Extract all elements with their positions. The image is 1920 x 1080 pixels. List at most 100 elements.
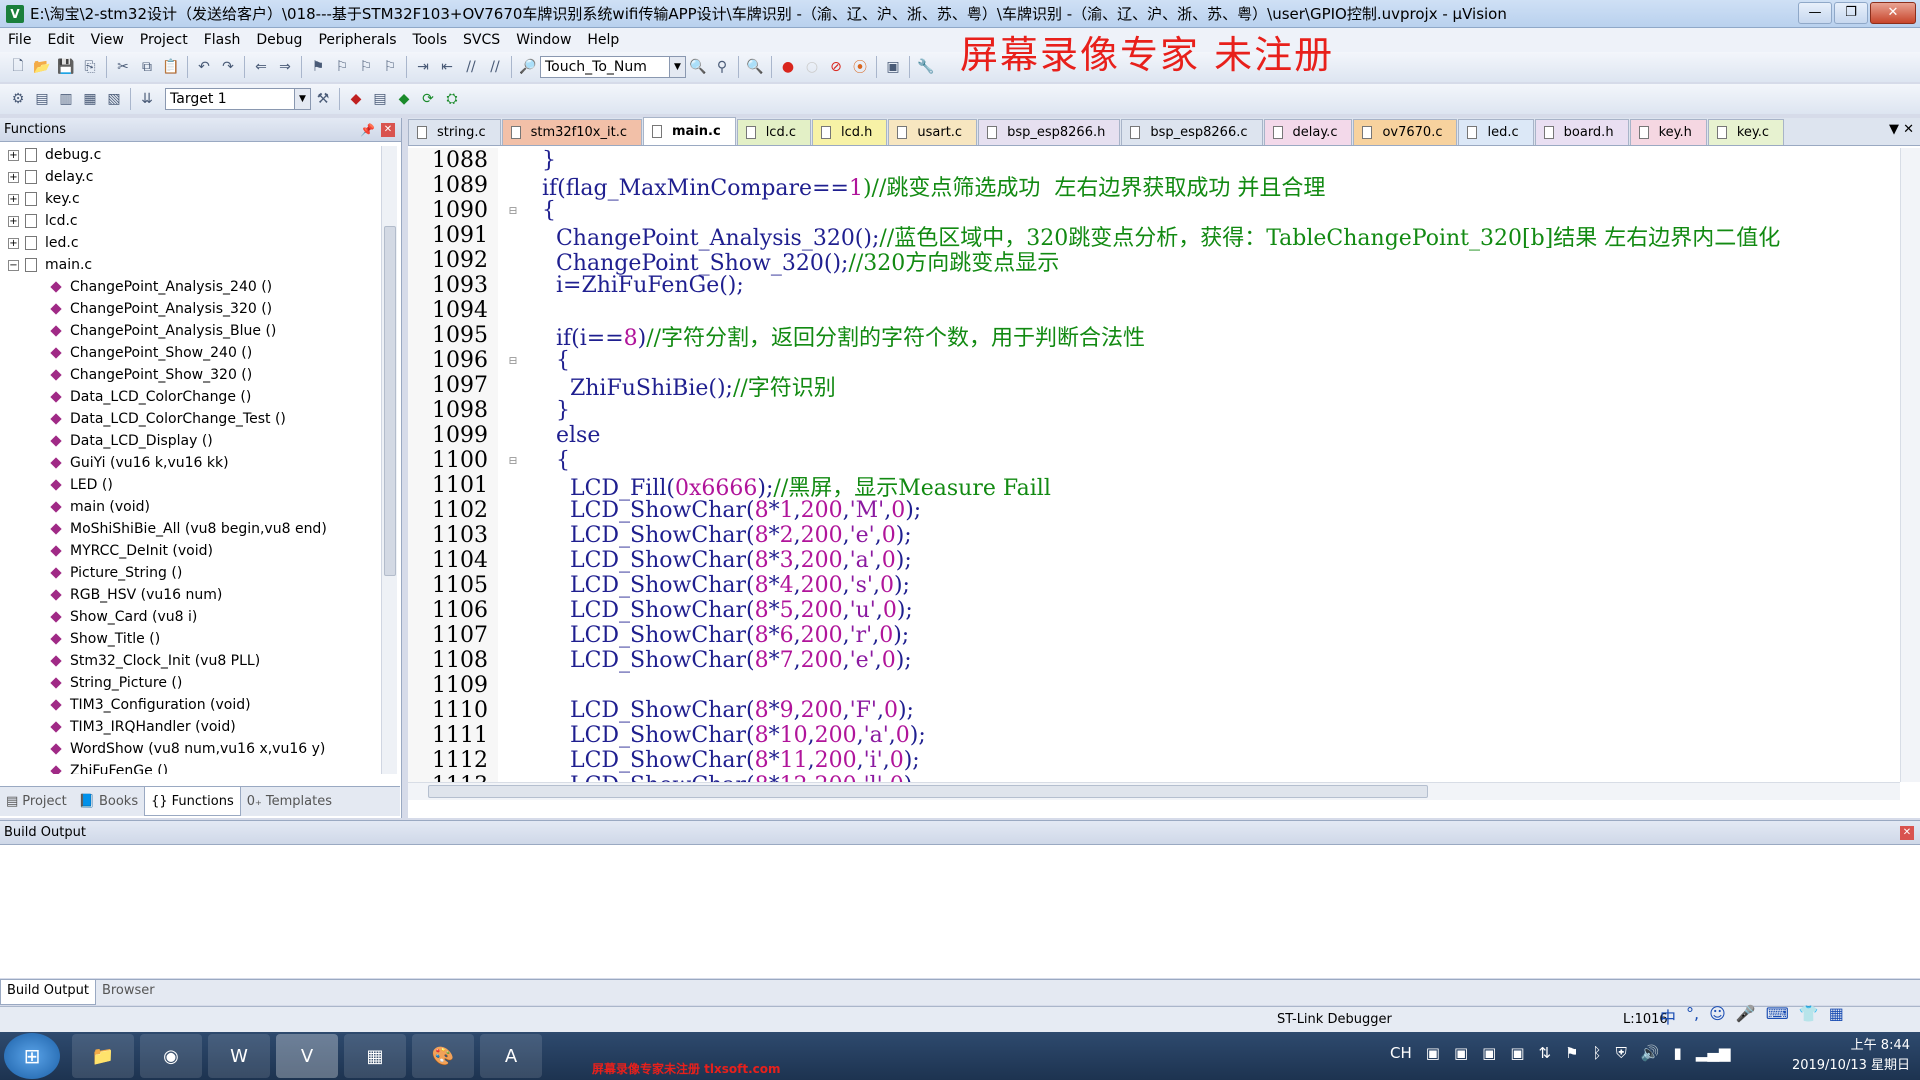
save-all-icon[interactable]: ⎘ (79, 56, 101, 78)
function-item[interactable]: ChangePoint_Analysis_240 () (0, 276, 380, 298)
function-item[interactable]: Picture_String () (0, 562, 380, 584)
function-item[interactable]: WordShow (vu8 num,vu16 x,vu16 y) (0, 738, 380, 760)
function-item[interactable]: LED () (0, 474, 380, 496)
tab-browser[interactable]: Browser (96, 980, 161, 1005)
function-item[interactable]: MoShiShiBie_All (vu8 begin,vu8 end) (0, 518, 380, 540)
file-tree-item[interactable]: + led.c (0, 232, 380, 254)
network-icon[interactable]: ⇅ (1539, 1044, 1552, 1062)
file-tree-item[interactable]: + lcd.c (0, 210, 380, 232)
batch-build-icon[interactable]: ▦ (79, 88, 101, 110)
clock[interactable]: 上午 8:44 2019/10/13 星期日 (1792, 1036, 1910, 1076)
ime-skin-icon[interactable]: 👕 (1799, 1004, 1819, 1028)
close-panel-icon[interactable]: ✕ (381, 123, 395, 137)
menu-tools[interactable]: Tools (405, 32, 456, 48)
breakpoint-icon[interactable]: ● (777, 56, 799, 78)
pack-installer-icon[interactable]: ⟳ (417, 88, 439, 110)
disable-all-breakpoints-icon[interactable]: ⊘ (825, 56, 847, 78)
rebuild-icon[interactable]: ▥ (55, 88, 77, 110)
file-tab[interactable]: lcd.h (811, 119, 888, 145)
tab-templates[interactable]: 0₊ Templates (241, 787, 338, 816)
menu-debug[interactable]: Debug (248, 32, 310, 48)
file-tab[interactable]: string.c (408, 119, 501, 145)
keil-taskbar-icon[interactable]: V (276, 1034, 338, 1078)
function-item[interactable]: GuiYi (vu16 k,vu16 kk) (0, 452, 380, 474)
expand-icon[interactable]: + (8, 215, 19, 227)
tab-list-icon[interactable]: ▼ ✕ (1889, 122, 1914, 137)
start-button[interactable]: ⊞ (4, 1033, 60, 1079)
find-in-files-icon[interactable]: 🔎 (517, 56, 539, 78)
paint-taskbar-icon[interactable]: 🎨 (412, 1034, 474, 1078)
select-packs-icon[interactable]: ▤ (369, 88, 391, 110)
shield-icon[interactable]: ⛨ (1616, 1044, 1627, 1062)
pin-icon[interactable]: 📌 (360, 118, 375, 142)
flag-icon[interactable]: ⚑ (1565, 1044, 1578, 1062)
file-tree-item[interactable]: − main.c (0, 254, 380, 276)
function-item[interactable]: MYRCC_DeInit (void) (0, 540, 380, 562)
collapse-icon[interactable]: − (8, 259, 19, 271)
function-item[interactable]: TIM3_IRQHandler (void) (0, 716, 380, 738)
language-indicator[interactable]: CH (1390, 1044, 1412, 1062)
file-tab[interactable]: main.c (643, 117, 736, 145)
undo-icon[interactable]: ↶ (193, 56, 215, 78)
ime-keyboard-icon[interactable]: ⌨ (1766, 1004, 1789, 1028)
unindent-icon[interactable]: ⇤ (436, 56, 458, 78)
expand-icon[interactable]: + (8, 193, 19, 205)
menu-svcs[interactable]: SVCS (455, 32, 508, 48)
close-button[interactable]: ✕ (1870, 2, 1916, 24)
editor-vertical-scrollbar[interactable] (1900, 148, 1920, 782)
tab-build-output[interactable]: Build Output (0, 980, 96, 1005)
editor-horizontal-scrollbar[interactable] (408, 782, 1900, 800)
function-item[interactable]: Data_LCD_Display () (0, 430, 380, 452)
function-item[interactable]: String_Picture () (0, 672, 380, 694)
kill-all-breakpoints-icon[interactable]: ⦿ (849, 56, 871, 78)
target-options-icon[interactable]: ⚒ (312, 88, 334, 110)
file-tree-item[interactable]: + debug.c (0, 144, 380, 166)
next-bookmark-icon[interactable]: ⚐ (355, 56, 377, 78)
tab-books[interactable]: 📘 Books (73, 787, 144, 816)
function-item[interactable]: TIM3_Configuration (void) (0, 694, 380, 716)
redo-icon[interactable]: ↷ (217, 56, 239, 78)
function-item[interactable]: ChangePoint_Show_320 () (0, 364, 380, 386)
file-tab[interactable]: delay.c (1263, 119, 1353, 145)
tray-app-icon[interactable]: ▣ (1454, 1044, 1468, 1062)
cut-icon[interactable]: ✂ (112, 56, 134, 78)
function-item[interactable]: Stm32_Clock_Init (vu8 PLL) (0, 650, 380, 672)
file-tab[interactable]: bsp_esp8266.h (978, 119, 1121, 145)
manage-project-items-icon[interactable]: ◆ (345, 88, 367, 110)
find-icon[interactable]: 🔍 (687, 56, 709, 78)
fold-icon[interactable]: ⊟ (498, 454, 528, 467)
tray-app-icon[interactable]: ▣ (1426, 1044, 1440, 1062)
chrome-taskbar-icon[interactable]: ◉ (140, 1034, 202, 1078)
restore-button[interactable]: ❐ (1834, 2, 1868, 24)
file-tab[interactable]: bsp_esp8266.c (1121, 119, 1263, 145)
translate-icon[interactable]: ⚙ (7, 88, 29, 110)
calculator-taskbar-icon[interactable]: ▦ (344, 1034, 406, 1078)
indent-icon[interactable]: ⇥ (412, 56, 434, 78)
recorder-taskbar-icon[interactable]: A (480, 1034, 542, 1078)
target-combo[interactable]: Target 1 ▼ (165, 88, 311, 110)
function-item[interactable]: ChangePoint_Show_240 () (0, 342, 380, 364)
copy-icon[interactable]: ⧉ (136, 56, 158, 78)
open-file-icon[interactable]: 📂 (31, 56, 53, 78)
menu-flash[interactable]: Flash (196, 32, 249, 48)
chevron-down-icon[interactable]: ▼ (669, 57, 685, 77)
functions-scrollbar[interactable] (381, 146, 397, 774)
function-item[interactable]: Data_LCD_ColorChange () (0, 386, 380, 408)
new-file-icon[interactable]: 🗋 (7, 56, 29, 78)
explorer-taskbar-icon[interactable]: 📁 (72, 1034, 134, 1078)
function-item[interactable]: Show_Title () (0, 628, 380, 650)
file-tree-item[interactable]: + delay.c (0, 166, 380, 188)
expand-icon[interactable]: + (8, 237, 19, 249)
minimize-button[interactable]: — (1798, 2, 1832, 24)
menu-view[interactable]: View (83, 32, 132, 48)
function-item[interactable]: RGB_HSV (vu16 num) (0, 584, 380, 606)
nav-forward-icon[interactable]: ⇒ (274, 56, 296, 78)
nav-back-icon[interactable]: ⇐ (250, 56, 272, 78)
menu-help[interactable]: Help (579, 32, 627, 48)
menu-project[interactable]: Project (132, 32, 196, 48)
manage-components-icon[interactable]: ◆ (393, 88, 415, 110)
paste-icon[interactable]: 📋 (160, 56, 182, 78)
menu-file[interactable]: File (0, 32, 39, 48)
clear-bookmarks-icon[interactable]: ⚐ (379, 56, 401, 78)
signal-icon[interactable]: ▂▄▆ (1696, 1044, 1731, 1062)
